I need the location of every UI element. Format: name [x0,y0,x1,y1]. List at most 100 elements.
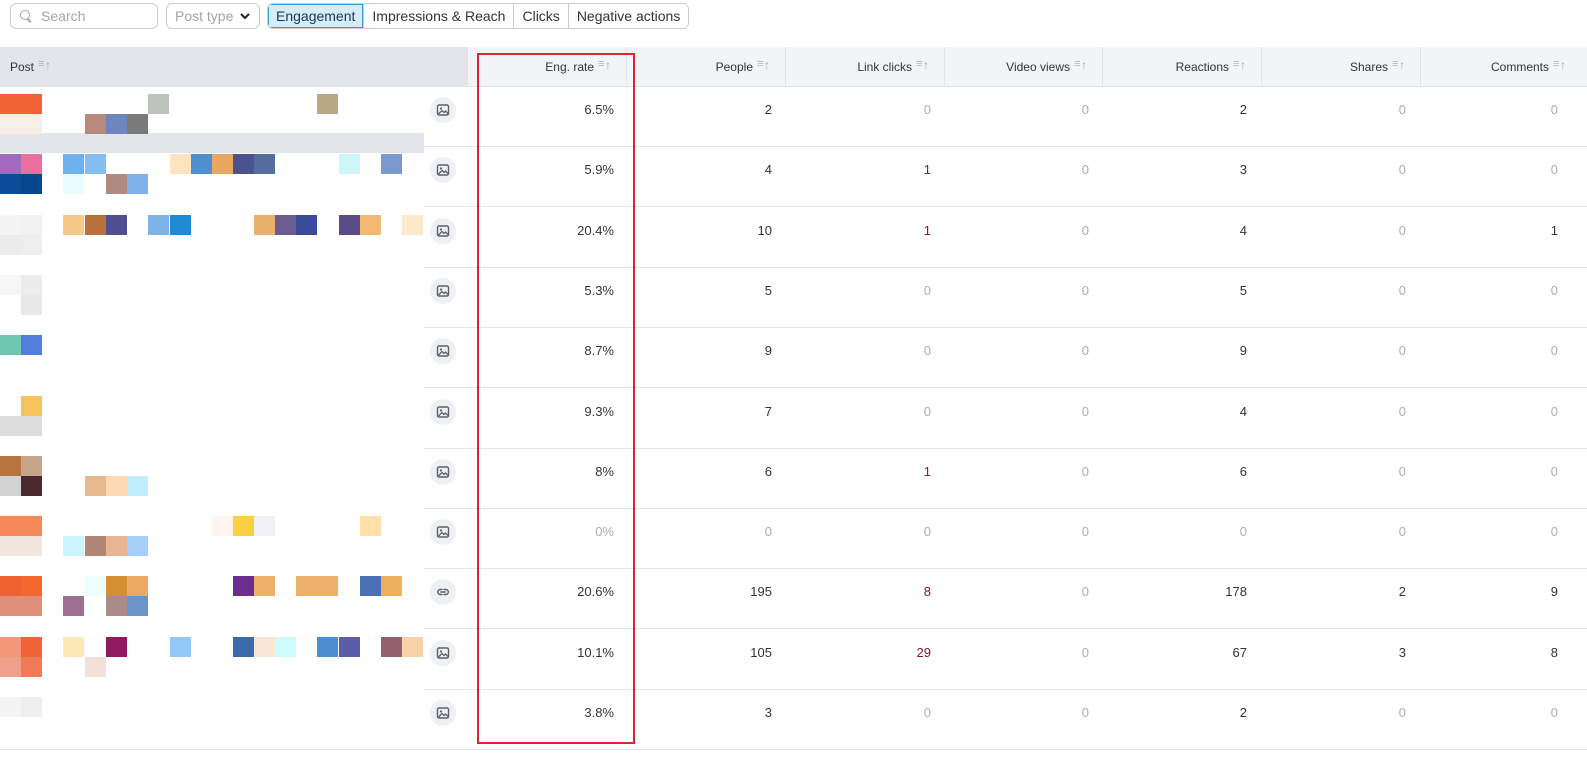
post-thumbnail[interactable] [0,214,424,255]
table-row[interactable]: 3.8% 3 0 0 2 0 0 [0,690,1587,750]
cell-people: 0 [764,524,772,540]
post-thumbnail[interactable] [0,274,424,315]
cell-shares: 0 [1398,282,1406,298]
thumbnail-pixel [21,174,42,195]
thumbnail-pixel [127,475,148,496]
thumbnail-pixel [0,455,21,476]
cell-link-clicks: 8 [923,584,931,600]
thumbnail-pixel [85,214,106,235]
thumbnail-pixel [317,94,338,114]
cell-comments: 1 [1550,222,1558,238]
tab-clicks[interactable]: Clicks [513,4,568,28]
table-row[interactable]: 5.9% 4 1 0 3 0 0 [0,147,1587,208]
column-header-label: Video views [1006,59,1070,74]
column-header-label: Reactions [1175,59,1229,74]
sort-icon[interactable] [916,58,932,73]
column-header-eng-rate[interactable]: Eng. rate [467,47,626,87]
thumbnail-pixel [21,335,42,356]
cell-reactions: 5 [1239,282,1247,298]
table-row[interactable]: 0% 0 0 0 0 0 0 [0,509,1587,570]
post-thumbnail[interactable] [0,94,424,134]
image-icon [430,639,456,666]
thumbnail-pixel [0,174,21,195]
search-box[interactable] [10,3,158,29]
cell-people: 6 [764,463,772,479]
column-header-label: Comments [1490,59,1549,74]
table-row[interactable]: 10.1% 105 29 0 67 3 8 [0,630,1587,690]
column-header-link-clicks[interactable]: Link clicks [785,47,944,87]
cell-link-clicks: 0 [923,282,931,298]
cell-people: 4 [764,162,772,178]
image-glyph [436,707,450,719]
thumbnail-pixel [63,596,84,617]
thumbnail-pixel [21,636,42,657]
tab-engagement[interactable]: Engagement [268,4,364,28]
cell-people: 195 [750,584,772,600]
column-header-label: Eng. rate [545,59,594,74]
thumbnail-pixel [21,596,42,617]
post-thumbnail[interactable] [0,636,424,677]
thumbnail-pixel [0,536,21,557]
table-row[interactable]: 8.7% 9 0 0 9 0 0 [0,328,1587,389]
sort-icon[interactable] [598,58,614,73]
column-header-label: People [715,59,753,74]
cell-comments: 0 [1550,343,1558,359]
thumbnail-pixel [402,636,423,657]
thumbnail-pixel [63,214,84,235]
post-thumbnail[interactable] [0,154,424,195]
thumbnail-pixel [127,536,148,557]
thumbnail-pixel [106,536,127,557]
table-row[interactable]: 20.6% 195 8 0 178 2 9 [0,569,1587,630]
post-thumbnail[interactable] [0,455,424,496]
cell-shares: 0 [1398,162,1406,178]
post-thumbnail[interactable] [0,516,424,557]
column-header-reactions[interactable]: Reactions [1102,47,1261,87]
cell-comments: 8 [1550,644,1558,660]
table-row[interactable]: 8% 6 1 0 6 0 0 [0,449,1587,509]
cell-link-clicks: 0 [923,102,931,117]
thumbnail-pixel [275,214,296,235]
image-glyph [436,345,450,357]
sort-icon[interactable] [1392,58,1408,73]
post-thumbnail[interactable] [0,335,424,375]
post-thumbnail[interactable] [0,697,424,737]
sort-icon[interactable] [1074,58,1090,73]
cell-shares: 0 [1398,403,1406,419]
cell-reactions: 178 [1225,584,1247,600]
cell-video-views: 0 [1081,282,1089,298]
thumbnail-pixel [381,154,402,175]
column-header-post[interactable]: Post [0,47,467,87]
table-row[interactable]: 5.3% 5 0 0 5 0 0 [0,268,1587,328]
table-row[interactable]: 6.5% 2 0 0 2 0 0 [0,87,1587,147]
sort-icon[interactable] [38,58,54,73]
thumbnail-pixel [191,154,212,175]
thumbnail-pixel [254,214,275,235]
sort-icon[interactable] [1553,58,1569,73]
thumbnail-pixel [21,516,42,537]
cell-eng-rate: 5.3% [584,282,614,298]
thumbnail-pixel [63,174,84,195]
sort-icon[interactable] [1233,58,1249,73]
post-thumbnail[interactable] [0,576,424,617]
cell-eng-rate: 6.5% [584,102,614,117]
cell-video-views: 0 [1081,644,1089,660]
search-input[interactable] [41,8,151,24]
cell-video-views: 0 [1081,705,1089,720]
thumbnail-pixel [254,154,275,175]
tab-negative-actions[interactable]: Negative actions [567,4,689,28]
sort-icon[interactable] [757,58,773,73]
column-header-video-views[interactable]: Video views [944,47,1102,87]
table-row[interactable]: 20.4% 10 1 0 4 0 1 [0,208,1587,268]
cell-comments: 0 [1550,282,1558,298]
thumbnail-pixel [127,114,148,134]
column-header-comments[interactable]: Comments [1420,47,1587,87]
column-header-people[interactable]: People [626,47,785,87]
column-header-shares[interactable]: Shares [1261,47,1420,87]
table-row[interactable]: 9.3% 7 0 0 4 0 0 [0,389,1587,449]
thumbnail-pixel [106,596,127,617]
post-type-select[interactable]: Post type [166,3,260,29]
thumbnail-pixel [0,697,21,717]
tab-impressions-reach[interactable]: Impressions & Reach [363,4,514,28]
image-glyph [436,526,450,538]
post-thumbnail[interactable] [0,395,424,436]
